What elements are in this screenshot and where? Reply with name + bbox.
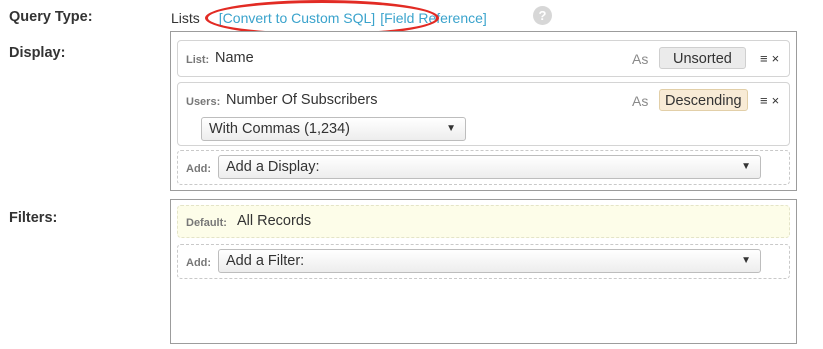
add-display-row: Add: Add a Display: ▼ — [177, 150, 790, 185]
row-actions: ≡ × — [760, 93, 779, 108]
display-row-list-name: List: Name As Unsorted ≡ × — [177, 40, 790, 77]
sort-descending-button[interactable]: Descending — [659, 89, 748, 111]
chevron-down-icon: ▼ — [446, 123, 456, 134]
display-row-prefix: Users: — [186, 96, 221, 108]
convert-to-custom-sql-link[interactable]: [Convert to Custom SQL] — [219, 10, 375, 26]
add-label: Add: — [186, 257, 212, 269]
format-select-value: With Commas (1,234) — [209, 121, 351, 137]
query-type-row: Lists [Convert to Custom SQL] [Field Ref… — [171, 8, 487, 28]
query-type-label: Query Type: — [9, 9, 93, 25]
default-filter-row: Default: All Records — [177, 205, 790, 238]
add-display-select[interactable]: Add a Display: ▼ — [218, 155, 761, 179]
add-label: Add: — [186, 163, 212, 175]
format-select[interactable]: With Commas (1,234) ▼ — [201, 117, 466, 141]
add-filter-row: Add: Add a Filter: ▼ — [177, 244, 790, 279]
display-panel: List: Name As Unsorted ≡ × Users: Number… — [170, 31, 797, 191]
chevron-down-icon: ▼ — [741, 161, 751, 172]
as-label: As — [632, 93, 649, 109]
add-display-placeholder: Add a Display: — [226, 159, 320, 175]
display-row-field: Number Of Subscribers — [226, 92, 378, 108]
menu-icon[interactable]: ≡ — [760, 93, 768, 108]
add-filter-placeholder: Add a Filter: — [226, 253, 305, 269]
field-reference-link[interactable]: [Field Reference] — [380, 10, 487, 26]
as-label: As — [632, 51, 649, 67]
display-row-field: Name — [215, 50, 254, 66]
row-actions: ≡ × — [760, 51, 779, 66]
display-row-number-of-subscribers: Users: Number Of Subscribers As Descendi… — [177, 82, 790, 146]
display-label: Display: — [9, 45, 66, 61]
menu-icon[interactable]: ≡ — [760, 51, 768, 66]
help-icon[interactable]: ? — [533, 6, 552, 25]
close-icon[interactable]: × — [772, 51, 780, 66]
chevron-down-icon: ▼ — [741, 255, 751, 266]
filters-label: Filters: — [9, 210, 58, 226]
filters-panel: Default: All Records Add: Add a Filter: … — [170, 199, 797, 344]
default-filter-value: All Records — [237, 213, 312, 229]
display-row-prefix: List: — [186, 54, 210, 66]
default-label: Default: — [186, 217, 227, 229]
query-type-value: Lists — [171, 10, 200, 26]
add-filter-select[interactable]: Add a Filter: ▼ — [218, 249, 761, 273]
sort-unsorted-button[interactable]: Unsorted — [659, 47, 746, 69]
close-icon[interactable]: × — [772, 93, 780, 108]
